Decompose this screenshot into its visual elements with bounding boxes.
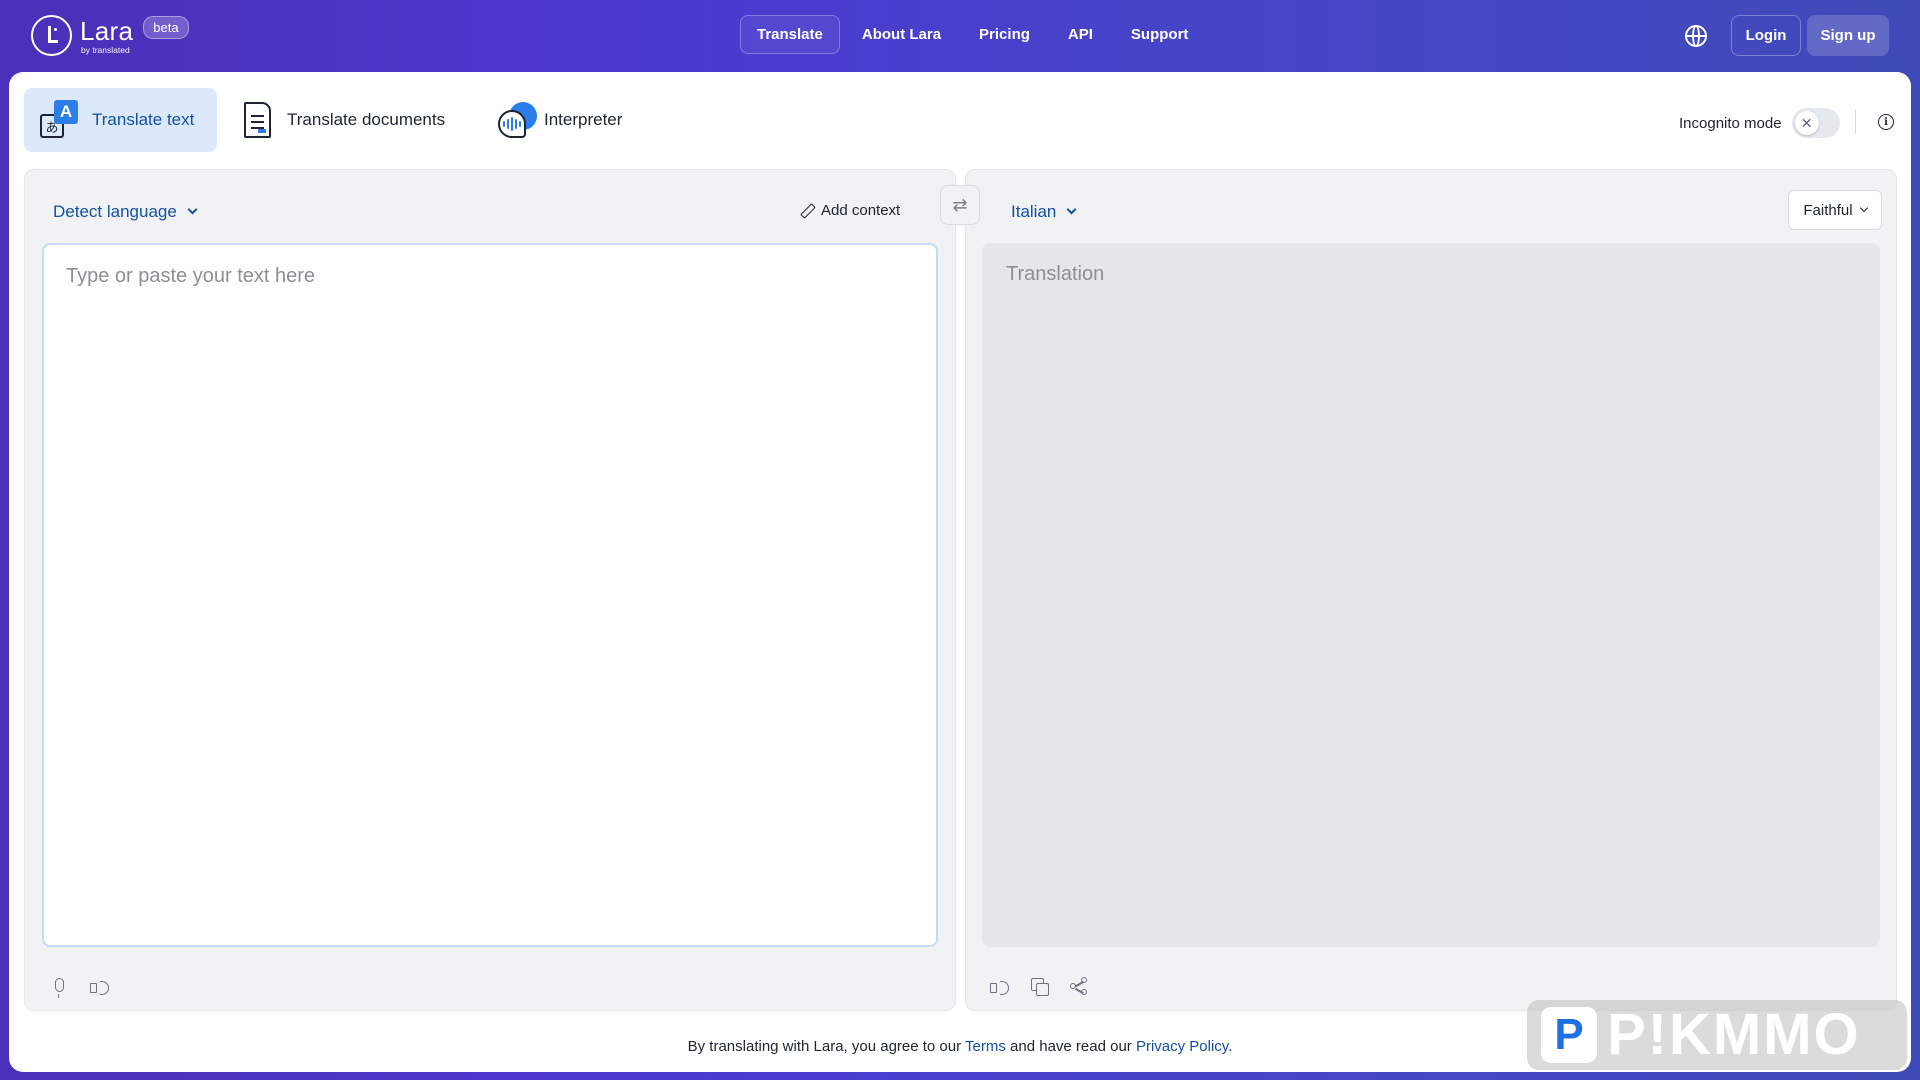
speaker-icon[interactable]: [88, 975, 112, 999]
tab-label: Interpreter: [544, 110, 623, 129]
incognito-mode: Incognito mode ✕: [1679, 108, 1840, 138]
nav-support[interactable]: Support: [1115, 15, 1205, 54]
close-icon: ✕: [1794, 111, 1819, 135]
microphone-icon[interactable]: [47, 975, 71, 999]
share-icon[interactable]: [1068, 975, 1092, 999]
watermark-badge: P: [1541, 1007, 1597, 1063]
target-panel: Italian Faithful Translation: [965, 169, 1897, 1011]
info-icon[interactable]: i: [1878, 114, 1894, 130]
tab-translate-documents[interactable]: Translate documents: [244, 88, 445, 152]
nav-translate[interactable]: Translate: [740, 15, 840, 54]
translation-style-select[interactable]: Faithful: [1788, 190, 1882, 230]
main-nav: Translate About Lara Pricing API Support: [740, 15, 1204, 54]
signup-button[interactable]: Sign up: [1807, 15, 1889, 56]
nav-api[interactable]: API: [1052, 15, 1109, 54]
tab-translate-text[interactable]: あ A Translate text: [24, 88, 217, 152]
swap-languages-button[interactable]: ⇄: [940, 185, 980, 225]
document-icon: [244, 102, 271, 138]
logo-tagline: by translated: [81, 45, 130, 55]
login-button[interactable]: Login: [1731, 15, 1801, 56]
lara-logo[interactable]: Lara by translated beta: [31, 15, 189, 56]
translation-placeholder: Translation: [1006, 263, 1105, 285]
target-language-label: Italian: [1011, 202, 1057, 221]
source-panel: Detect language Add context: [24, 169, 956, 1011]
chevron-down-icon: [187, 204, 198, 215]
translate-text-icon: あ A: [40, 100, 80, 140]
divider: [1855, 110, 1856, 134]
top-navbar: Lara by translated beta Translate About …: [0, 0, 1920, 72]
translation-style-label: Faithful: [1803, 201, 1853, 219]
logo-name: Lara: [80, 16, 134, 46]
privacy-policy-link[interactable]: Privacy Policy: [1136, 1038, 1228, 1055]
interpreter-icon: [498, 102, 538, 138]
chevron-down-icon: [1859, 203, 1868, 212]
pencil-icon: [800, 204, 813, 217]
incognito-label: Incognito mode: [1679, 114, 1782, 132]
translator-card: あ A Translate text Translate documents I…: [9, 72, 1911, 1072]
source-language-select[interactable]: Detect language: [53, 202, 198, 222]
terms-link[interactable]: Terms: [965, 1038, 1006, 1055]
lara-logo-icon: [31, 15, 72, 56]
source-language-label: Detect language: [53, 202, 177, 221]
chevron-down-icon: [1066, 204, 1077, 215]
copy-icon[interactable]: [1028, 975, 1052, 999]
swap-icon: ⇄: [952, 194, 968, 215]
nav-about-lara[interactable]: About Lara: [846, 15, 957, 54]
nav-pricing[interactable]: Pricing: [963, 15, 1046, 54]
source-text-input[interactable]: [42, 243, 938, 947]
globe-icon[interactable]: [1685, 25, 1707, 47]
tab-label: Translate text: [92, 110, 195, 129]
speaker-icon[interactable]: [988, 975, 1012, 999]
add-context-label: Add context: [821, 202, 901, 219]
translation-output[interactable]: Translation: [982, 243, 1880, 947]
add-context-button[interactable]: Add context: [800, 202, 900, 219]
incognito-toggle[interactable]: ✕: [1791, 108, 1840, 138]
target-language-select[interactable]: Italian: [1011, 202, 1077, 222]
tab-interpreter[interactable]: Interpreter: [498, 88, 622, 152]
watermark-text: P!KMMO: [1607, 1002, 1861, 1067]
beta-badge: beta: [143, 16, 189, 39]
tab-label: Translate documents: [287, 110, 446, 129]
pikmmo-watermark: P P!KMMO: [1527, 1000, 1907, 1070]
